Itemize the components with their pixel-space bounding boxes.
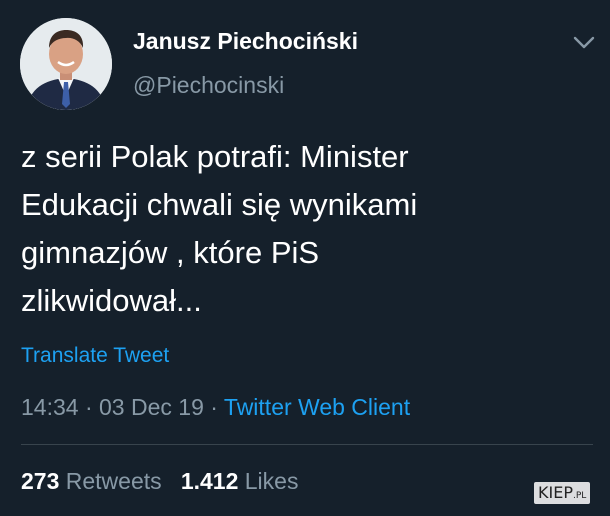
avatar-image <box>20 18 112 110</box>
tweet-text-line: Edukacji chwali się wynikami <box>21 187 418 222</box>
tweet-text-line: zlikwidował... <box>21 283 202 318</box>
author-handle[interactable]: @Piechocinski <box>133 72 284 99</box>
separator: · <box>84 394 93 420</box>
retweets-count: 273 <box>21 468 60 494</box>
likes-stat[interactable]: 1.412 Likes <box>181 468 299 494</box>
chevron-down-icon[interactable] <box>572 34 596 52</box>
tweet-text-line: gimnazjów , które PiS <box>21 235 320 270</box>
watermark-suffix: .PL <box>572 491 587 501</box>
watermark-main: KIEP <box>538 483 573 502</box>
likes-count: 1.412 <box>180 468 239 494</box>
likes-label: Likes <box>244 468 299 494</box>
avatar[interactable] <box>20 18 112 110</box>
tweet-text-line: z serii Polak potrafi: Minister <box>21 139 409 174</box>
retweets-stat[interactable]: 273 Retweets <box>21 468 168 494</box>
tweet-stats: 273 Retweets 1.412 Likes <box>21 468 298 495</box>
separator: · <box>210 394 218 420</box>
tweet-client-link[interactable]: Twitter Web Client <box>224 394 410 420</box>
watermark-logo: KIEP.PL <box>534 482 591 504</box>
author-name[interactable]: Janusz Piechociński <box>133 28 358 55</box>
retweets-label: Retweets <box>65 468 162 494</box>
tweet-time[interactable]: 14:34 <box>21 394 79 420</box>
translate-tweet-link[interactable]: Translate Tweet <box>21 344 169 368</box>
tweet-metadata: 14:34 · 03 Dec 19 · Twitter Web Client <box>21 394 410 421</box>
divider <box>21 444 593 445</box>
tweet-date[interactable]: 03 Dec 19 <box>99 394 204 420</box>
tweet-text: z serii Polak potrafi: Minister Edukacji… <box>21 133 581 325</box>
tweet-card: Janusz Piechociński @Piechocinski z seri… <box>0 0 610 516</box>
